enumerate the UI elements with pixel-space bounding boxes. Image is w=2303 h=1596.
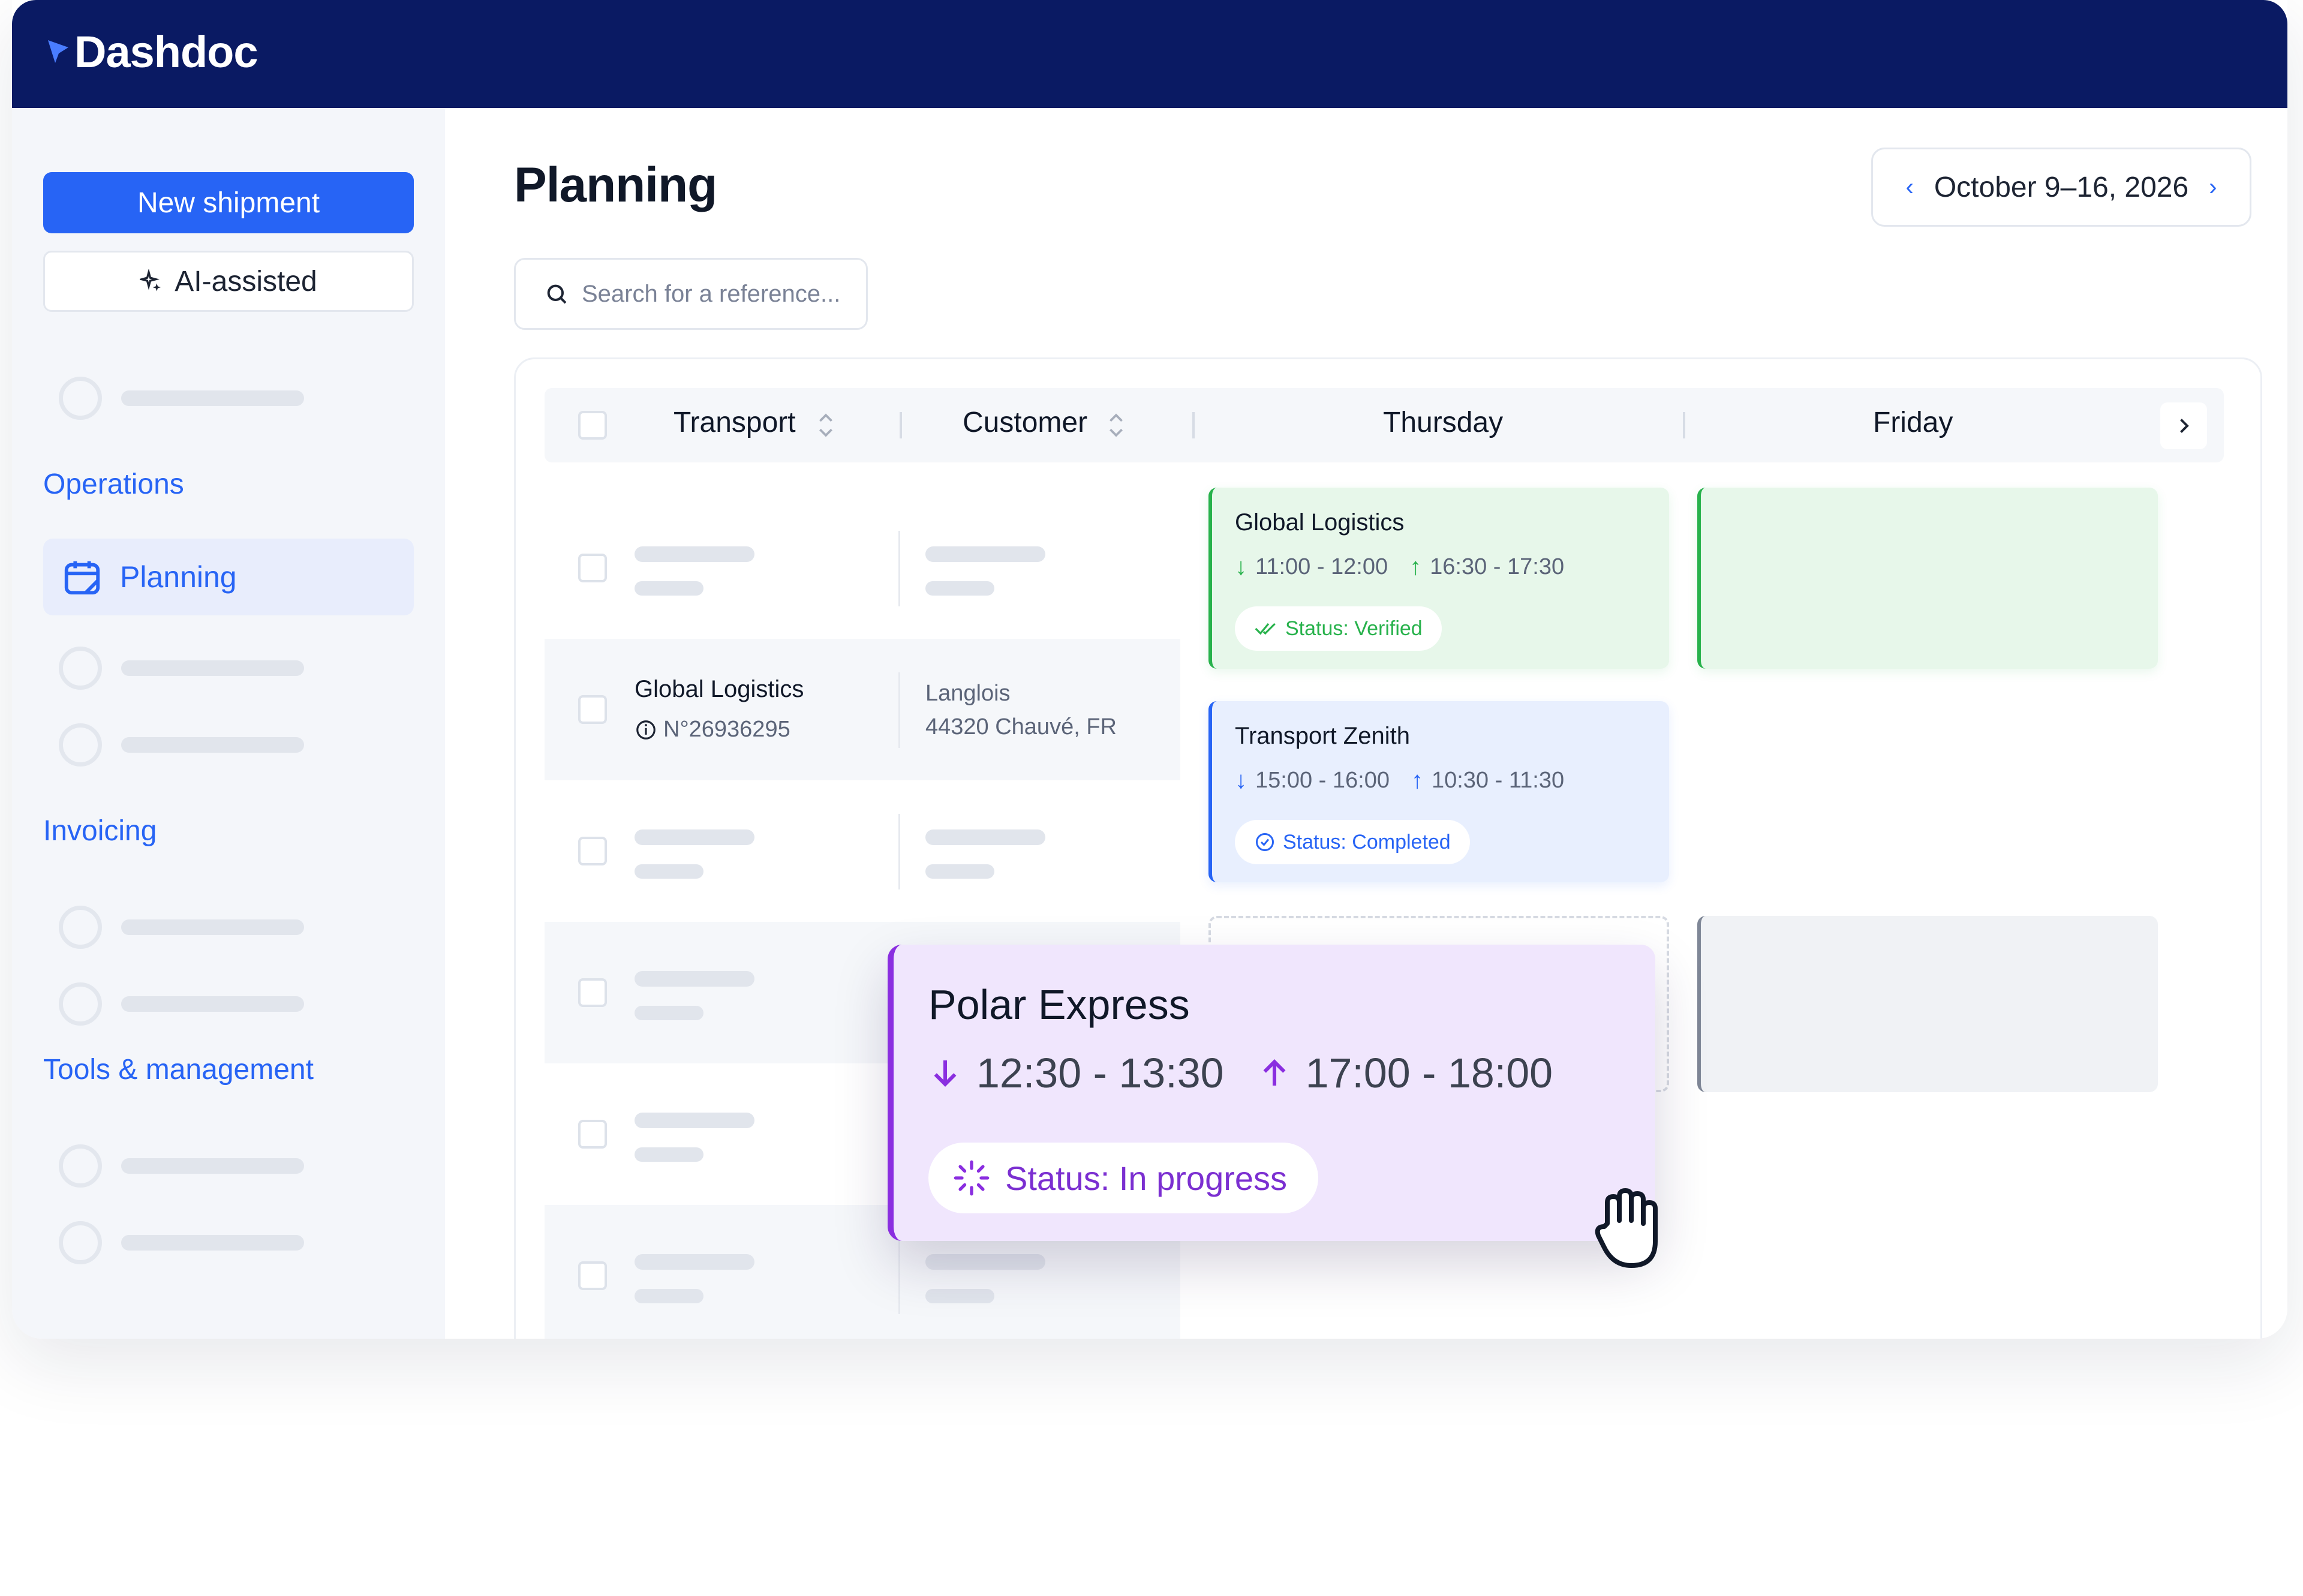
brand-name: Dashdoc bbox=[74, 27, 258, 77]
event-title: Polar Express bbox=[928, 981, 1190, 1028]
date-range-label: October 9–16, 2026 bbox=[1934, 171, 2189, 203]
sidebar: New shipment AI-assisted Operations Plan… bbox=[12, 108, 445, 1339]
event-block[interactable] bbox=[1697, 916, 2158, 1092]
table-row[interactable]: Global Logistics N°26936295 Langlois 443… bbox=[545, 639, 1180, 780]
check-icon bbox=[1255, 623, 1276, 635]
event-global-logistics[interactable]: Global Logistics ↓ 11:00 - 12:00 ↑ 16:30… bbox=[1208, 488, 1669, 669]
nav-placeholder bbox=[59, 647, 304, 690]
row-checkbox[interactable] bbox=[578, 695, 607, 724]
section-invoicing[interactable]: Invoicing bbox=[43, 814, 157, 847]
brand-logo[interactable]: Dashdoc bbox=[47, 26, 258, 77]
column-transport[interactable]: Transport bbox=[674, 406, 796, 439]
new-shipment-button[interactable]: New shipment bbox=[43, 172, 414, 233]
row-checkbox[interactable] bbox=[578, 1261, 607, 1290]
select-all-checkbox[interactable] bbox=[578, 411, 607, 440]
event-polar-express[interactable]: Polar Express 12:30 - 13:30 17:00 - 18:0… bbox=[888, 945, 1655, 1241]
search-icon bbox=[547, 284, 567, 304]
ai-assisted-label: AI-assisted bbox=[175, 265, 317, 297]
grab-hand-icon bbox=[1595, 1188, 1658, 1268]
customer-address: 44320 Chauvé, FR bbox=[925, 714, 1117, 740]
table-row[interactable] bbox=[545, 780, 1180, 922]
brand-flag-icon bbox=[48, 40, 68, 63]
arrow-up-icon: ↑ bbox=[1409, 554, 1422, 580]
status-badge: Status: Verified bbox=[1235, 606, 1442, 651]
arrow-up-icon: ↑ bbox=[1411, 767, 1423, 794]
column-customer[interactable]: Customer bbox=[963, 406, 1087, 439]
table-header: Transport Customer Thursday Friday bbox=[545, 388, 2224, 462]
event-transport-zenith[interactable]: Transport Zenith ↓ 15:00 - 16:00 ↑ 10:30… bbox=[1208, 701, 1669, 882]
event-times: ↓ 15:00 - 16:00 ↑ 10:30 - 11:30 bbox=[1235, 767, 1565, 794]
info-icon bbox=[636, 720, 656, 740]
page-title: Planning bbox=[514, 158, 717, 212]
ai-assisted-button[interactable]: AI-assisted bbox=[43, 251, 414, 312]
sort-icon[interactable] bbox=[817, 411, 835, 440]
row-checkbox[interactable] bbox=[578, 837, 607, 865]
nav-placeholder bbox=[59, 377, 304, 420]
event-times: 12:30 - 13:30 17:00 - 18:00 bbox=[928, 1049, 1553, 1097]
row-checkbox[interactable] bbox=[578, 978, 607, 1007]
date-range-picker[interactable]: ‹ October 9–16, 2026 › bbox=[1871, 148, 2251, 227]
next-week-button[interactable] bbox=[2160, 402, 2207, 449]
nav-placeholder bbox=[59, 1144, 304, 1188]
chevron-right-icon bbox=[2180, 419, 2189, 433]
calendar-icon bbox=[64, 561, 100, 595]
nav-placeholder bbox=[59, 906, 304, 949]
search-placeholder: Search for a reference... bbox=[582, 280, 841, 307]
check-circle-icon bbox=[1256, 833, 1274, 851]
day-friday: Friday bbox=[1873, 407, 1953, 438]
chevron-left-icon[interactable]: ‹ bbox=[1906, 174, 1914, 201]
event-times: ↓ 11:00 - 12:00 ↑ 16:30 - 17:30 bbox=[1235, 554, 1565, 580]
sidebar-item-planning[interactable]: Planning bbox=[43, 539, 414, 615]
nav-placeholder bbox=[59, 1221, 304, 1264]
arrow-down-icon: ↓ bbox=[1235, 767, 1247, 794]
top-bar: Dashdoc bbox=[12, 0, 2287, 108]
arrow-up-icon bbox=[1263, 1059, 1286, 1086]
arrow-down-icon bbox=[934, 1060, 957, 1087]
section-operations[interactable]: Operations bbox=[43, 468, 184, 501]
transport-name: Global Logistics bbox=[635, 676, 804, 702]
table-row[interactable] bbox=[545, 497, 1180, 639]
transport-reference: N°26936295 bbox=[635, 717, 790, 743]
sort-icon[interactable] bbox=[1107, 411, 1125, 440]
event-title: Global Logistics bbox=[1235, 509, 1405, 536]
event-block[interactable] bbox=[1697, 488, 2158, 669]
app-window: Dashdoc New shipment AI-assisted Operati… bbox=[12, 0, 2287, 1339]
section-tools[interactable]: Tools & management bbox=[43, 1053, 314, 1086]
loader-icon bbox=[954, 1160, 990, 1196]
row-checkbox[interactable] bbox=[578, 554, 607, 582]
sidebar-item-label: Planning bbox=[120, 560, 237, 594]
chevron-right-icon[interactable]: › bbox=[2209, 174, 2217, 201]
status-badge: Status: In progress bbox=[928, 1143, 1319, 1213]
sparkle-icon bbox=[140, 269, 161, 291]
nav-placeholder bbox=[59, 723, 304, 767]
search-input[interactable]: Search for a reference... bbox=[514, 258, 868, 330]
arrow-down-icon: ↓ bbox=[1235, 554, 1247, 580]
event-title: Transport Zenith bbox=[1235, 723, 1410, 749]
row-checkbox[interactable] bbox=[578, 1120, 607, 1149]
nav-placeholder bbox=[59, 982, 304, 1026]
status-badge: Status: Completed bbox=[1235, 820, 1470, 864]
customer-name: Langlois bbox=[925, 681, 1011, 706]
day-thursday: Thursday bbox=[1383, 407, 1504, 438]
